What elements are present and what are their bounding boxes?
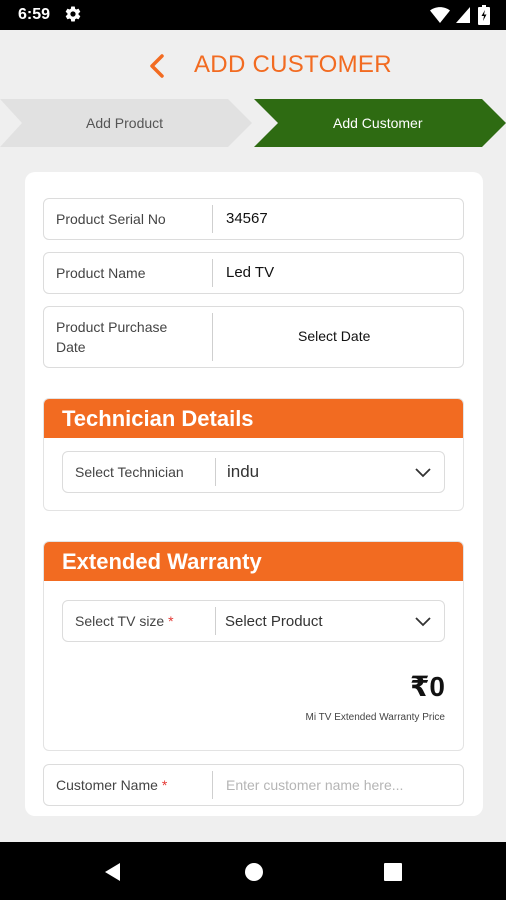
technician-header: Technician Details bbox=[44, 399, 463, 438]
home-circle-icon[interactable] bbox=[243, 861, 265, 883]
chevron-down-icon[interactable] bbox=[414, 616, 432, 628]
technician-title: Technician Details bbox=[62, 406, 254, 431]
required-mark: * bbox=[161, 777, 168, 793]
step-add-product[interactable]: Add Product bbox=[86, 115, 163, 131]
warranty-price-caption: Mi TV Extended Warranty Price bbox=[305, 712, 446, 723]
field-divider bbox=[212, 313, 213, 361]
form-card: Product Serial No 34567 Product Name Led… bbox=[25, 172, 483, 816]
product-name-value[interactable]: Led TV bbox=[226, 263, 274, 283]
field-divider bbox=[212, 771, 213, 799]
warranty-price: ₹0 bbox=[409, 671, 445, 702]
wifi-icon bbox=[430, 7, 450, 23]
system-nav-bar bbox=[0, 842, 506, 900]
warranty-title: Extended Warranty bbox=[62, 549, 262, 574]
technician-select-label: Select Technician bbox=[75, 464, 184, 480]
product-serial-label: Product Serial No bbox=[56, 211, 166, 227]
tv-size-label-text: Select TV size bbox=[75, 613, 165, 629]
select-date-button[interactable]: Select Date bbox=[298, 326, 370, 346]
required-mark: * bbox=[168, 613, 174, 629]
customer-name-label-text: Customer Name bbox=[56, 777, 158, 793]
recents-square-icon[interactable] bbox=[382, 861, 404, 883]
back-triangle-icon[interactable] bbox=[102, 861, 124, 883]
status-time: 6:59 bbox=[18, 6, 51, 23]
step-add-customer[interactable]: Add Customer bbox=[333, 115, 422, 131]
warranty-header: Extended Warranty bbox=[44, 542, 463, 581]
customer-name-label: Customer Name * bbox=[56, 775, 167, 795]
gear-icon bbox=[65, 6, 81, 22]
purchase-date-field[interactable]: Product Purchase Date Select Date bbox=[43, 306, 464, 368]
field-divider bbox=[212, 259, 213, 287]
customer-name-field[interactable]: Customer Name * Enter customer name here… bbox=[43, 764, 464, 806]
tv-size-selected-value[interactable]: Select Product bbox=[225, 612, 323, 632]
cellular-signal-icon bbox=[456, 7, 470, 23]
purchase-date-label-line2: Date bbox=[56, 339, 86, 355]
field-divider bbox=[215, 458, 216, 486]
field-divider bbox=[215, 607, 216, 635]
tv-size-select[interactable]: Select TV size * Select Product bbox=[62, 600, 445, 642]
product-name-label: Product Name bbox=[56, 265, 146, 281]
status-bar: 6:59 bbox=[0, 0, 506, 30]
battery-icon bbox=[478, 5, 490, 25]
purchase-date-label-line1: Product Purchase bbox=[56, 319, 168, 335]
product-name-field[interactable]: Product Name Led TV bbox=[43, 252, 464, 294]
technician-selected-value[interactable]: indu bbox=[227, 462, 259, 482]
page-title: ADD CUSTOMER bbox=[194, 51, 392, 78]
field-divider bbox=[212, 205, 213, 233]
technician-section: Technician Details Select Technician ind… bbox=[43, 398, 464, 511]
tv-size-label: Select TV size * bbox=[75, 611, 174, 631]
warranty-section: Extended Warranty Select TV size * Selec… bbox=[43, 541, 464, 751]
product-serial-field[interactable]: Product Serial No 34567 bbox=[43, 198, 464, 240]
progress-stepper: Add Product Add Customer bbox=[0, 99, 506, 147]
technician-select[interactable]: Select Technician indu bbox=[62, 451, 445, 493]
chevron-left-icon[interactable] bbox=[140, 48, 176, 84]
product-serial-value[interactable]: 34567 bbox=[226, 209, 268, 229]
customer-name-input[interactable]: Enter customer name here... bbox=[226, 775, 403, 795]
chevron-down-icon[interactable] bbox=[414, 467, 432, 479]
